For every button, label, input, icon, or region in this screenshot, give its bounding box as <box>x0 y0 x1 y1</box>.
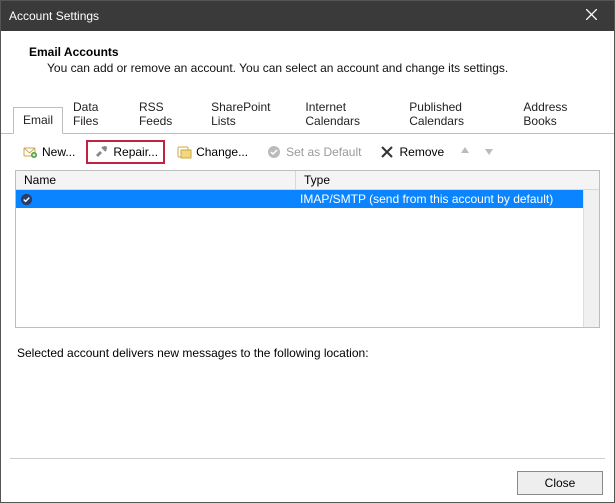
change-button-label: Change... <box>196 145 248 159</box>
remove-button[interactable]: Remove <box>372 140 451 164</box>
selected-location-label: Selected account delivers new messages t… <box>1 328 614 368</box>
list-scrollbar[interactable] <box>583 190 599 327</box>
new-button[interactable]: New... <box>15 140 82 164</box>
set-default-button: Set as Default <box>259 140 368 164</box>
account-type-cell: IMAP/SMTP (send from this account by def… <box>296 192 599 206</box>
footer: Close <box>12 471 603 495</box>
window-close-button[interactable] <box>569 1 614 31</box>
account-name-cell <box>36 191 296 208</box>
tab-published-calendars[interactable]: Published Calendars <box>399 94 513 134</box>
header-title: Email Accounts <box>29 45 594 59</box>
header-subtitle: You can add or remove an account. You ca… <box>29 61 594 75</box>
set-default-button-label: Set as Default <box>286 145 361 159</box>
repair-icon <box>93 144 109 160</box>
default-account-icon <box>16 193 36 206</box>
repair-button-label: Repair... <box>113 145 158 159</box>
change-button[interactable]: Change... <box>169 140 255 164</box>
account-name-value <box>40 191 190 205</box>
account-list: Name Type IMAP/SMTP (send from this acco… <box>15 170 600 328</box>
change-icon <box>176 144 192 160</box>
remove-button-label: Remove <box>399 145 444 159</box>
move-down-button <box>479 142 499 162</box>
move-up-button <box>455 142 475 162</box>
tab-strip: Email Data Files RSS Feeds SharePoint Li… <box>1 93 614 134</box>
tab-internet-calendars[interactable]: Internet Calendars <box>295 94 399 134</box>
arrow-up-icon <box>459 145 471 160</box>
tab-address-books[interactable]: Address Books <box>513 94 602 134</box>
close-icon <box>586 9 597 23</box>
toolbar: New... Repair... Change... Set as Defaul… <box>1 134 614 170</box>
tab-sharepoint-lists[interactable]: SharePoint Lists <box>201 94 295 134</box>
list-body: IMAP/SMTP (send from this account by def… <box>16 190 599 327</box>
new-button-label: New... <box>42 145 75 159</box>
footer-separator <box>10 458 605 459</box>
remove-icon <box>379 144 395 160</box>
arrow-down-icon <box>483 145 495 160</box>
tab-rss-feeds[interactable]: RSS Feeds <box>129 94 201 134</box>
titlebar: Account Settings <box>1 1 614 31</box>
column-header-name[interactable]: Name <box>16 171 296 189</box>
new-account-icon <box>22 144 38 160</box>
repair-button[interactable]: Repair... <box>86 140 165 164</box>
header: Email Accounts You can add or remove an … <box>1 31 614 93</box>
list-header: Name Type <box>16 171 599 190</box>
tab-data-files[interactable]: Data Files <box>63 94 129 134</box>
account-row[interactable]: IMAP/SMTP (send from this account by def… <box>16 190 599 208</box>
tab-email[interactable]: Email <box>13 107 63 134</box>
check-circle-icon <box>266 144 282 160</box>
column-header-type[interactable]: Type <box>296 171 599 189</box>
window-title: Account Settings <box>9 9 99 23</box>
close-button[interactable]: Close <box>517 471 603 495</box>
